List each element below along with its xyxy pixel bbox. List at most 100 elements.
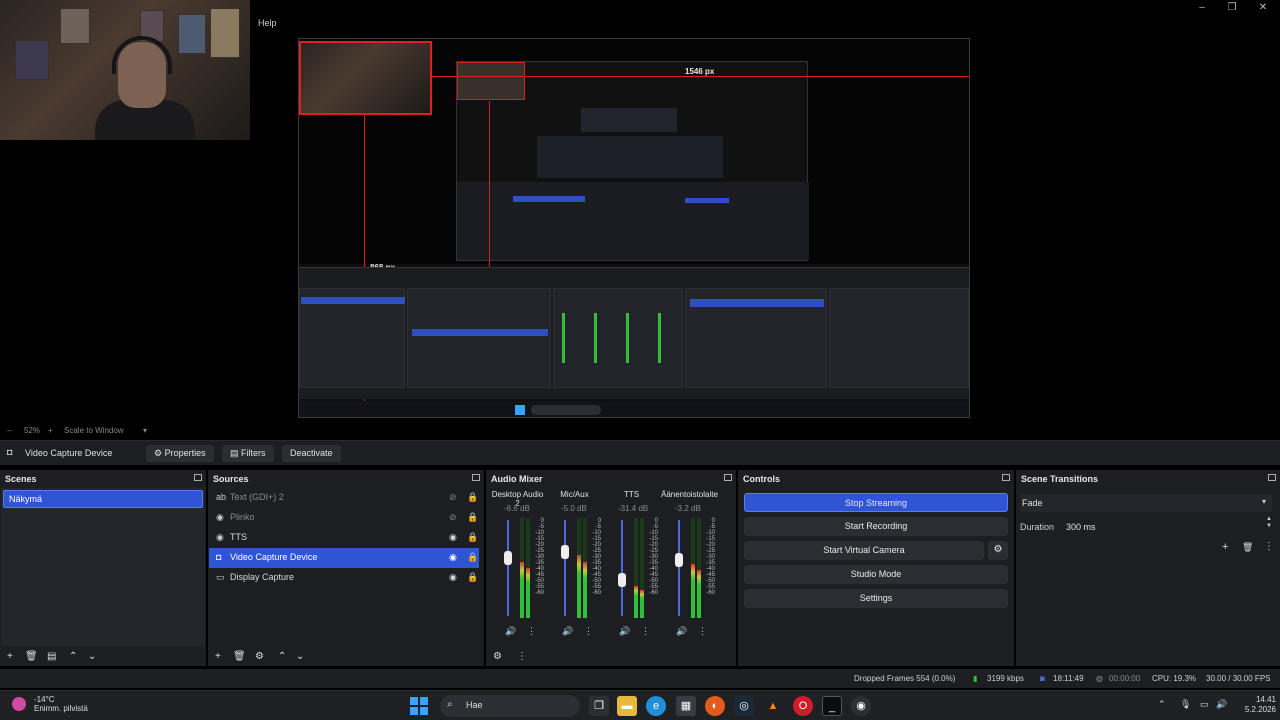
trash-icon[interactable]: 🗑 <box>1242 542 1253 553</box>
kebab-menu-icon[interactable]: ⋮ <box>584 626 593 637</box>
mute-icon[interactable]: 🔊 <box>562 626 573 637</box>
preview-canvas[interactable]: 1546 px 868 px <box>298 38 970 418</box>
properties-button[interactable]: ⚙ Properties <box>146 445 214 462</box>
scale-mode[interactable]: Scale to Window <box>64 426 124 435</box>
move-down-icon[interactable]: ⌄ <box>88 651 96 662</box>
network-icon[interactable]: ▭ <box>1200 699 1209 710</box>
sources-dock: Sources ab Text (GDI+) 2 ⊘ 🔒 ◉ Plinko ⊘ … <box>208 470 484 666</box>
gear-icon[interactable]: ⚙ <box>988 541 1008 560</box>
source-row[interactable]: ab Text (GDI+) 2 ⊘ 🔒 <box>209 488 479 508</box>
terminal-icon[interactable]: _ <box>822 696 842 716</box>
minimize-icon[interactable]: – <box>1193 2 1211 13</box>
add-icon[interactable]: + <box>7 651 13 662</box>
eye-hidden-icon[interactable]: ⊘ <box>449 512 457 523</box>
gear-icon[interactable]: ⚙ <box>255 651 264 662</box>
firefox-icon[interactable]: ◐ <box>705 696 725 716</box>
steam-icon[interactable]: ◎ <box>734 696 754 716</box>
volume-icon[interactable]: 🔊 <box>1216 699 1227 710</box>
source-row[interactable]: ◉ TTS ◉ 🔒 <box>209 528 479 548</box>
stream-time: 18:11:49 <box>1053 674 1084 683</box>
volume-slider-knob[interactable] <box>561 544 569 559</box>
lock-icon[interactable]: 🔒 <box>467 492 478 503</box>
task-view-icon[interactable]: ❐ <box>589 696 609 716</box>
filter-icon[interactable]: ▤ <box>47 651 56 662</box>
stepper-icon[interactable]: ▲ ▼ <box>1266 516 1272 530</box>
restore-icon[interactable]: ❐ <box>1223 2 1241 13</box>
dock-float-icon[interactable] <box>1268 474 1276 481</box>
opera-icon[interactable]: O <box>793 696 813 716</box>
stop-streaming-button[interactable]: Stop Streaming <box>744 493 1008 512</box>
store-icon[interactable]: ▦ <box>676 696 696 716</box>
file-explorer-icon[interactable]: ▬ <box>617 696 637 716</box>
meter-scale-tick: -60 <box>706 590 715 596</box>
lock-icon[interactable]: 🔒 <box>467 512 478 523</box>
volume-slider[interactable] <box>507 520 509 616</box>
start-icon[interactable] <box>410 697 428 715</box>
dropped-frames: Dropped Frames 554 (0.0%) <box>854 674 956 683</box>
source-row[interactable]: ▭ Display Capture ◉ 🔒 <box>209 568 479 588</box>
dock-float-icon[interactable] <box>1002 474 1010 481</box>
kebab-menu-icon[interactable]: ⋮ <box>517 651 527 662</box>
volume-slider-knob[interactable] <box>504 551 512 566</box>
lock-icon[interactable]: 🔒 <box>467 552 478 563</box>
mute-icon[interactable]: 🔊 <box>619 626 630 637</box>
volume-slider[interactable] <box>564 520 566 616</box>
browser-icon: ◉ <box>216 532 224 542</box>
webcam-overlay <box>0 0 250 140</box>
kebab-menu-icon[interactable]: ⋮ <box>1264 541 1274 552</box>
lock-icon[interactable]: 🔒 <box>467 572 478 583</box>
mute-icon[interactable]: 🔊 <box>676 626 687 637</box>
deactivate-button[interactable]: Deactivate <box>282 445 341 462</box>
trash-icon[interactable]: 🗑 <box>233 651 246 662</box>
edge-icon[interactable]: e <box>646 696 666 716</box>
filters-button[interactable]: ▤ Filters <box>222 445 274 462</box>
source-row[interactable]: ◉ Plinko ⊘ 🔒 <box>209 508 479 528</box>
start-recording-button[interactable]: Start Recording <box>744 517 1008 536</box>
microphone-icon[interactable]: 🎙 <box>1180 699 1191 710</box>
zoom-out-button[interactable]: – <box>7 426 11 435</box>
eye-icon[interactable]: ◉ <box>449 532 457 543</box>
transition-select[interactable]: Fade ▾ <box>1020 494 1272 512</box>
eye-hidden-icon[interactable]: ⊘ <box>449 492 457 503</box>
scene-item[interactable]: Näkymä <box>3 490 203 508</box>
kebab-menu-icon[interactable]: ⋮ <box>698 626 707 637</box>
volume-slider-knob[interactable] <box>618 573 626 588</box>
meter-scale-tick: -60 <box>649 590 658 596</box>
move-down-icon[interactable]: ⌄ <box>296 651 304 662</box>
dock-float-icon[interactable] <box>472 474 480 481</box>
move-up-icon[interactable]: ⌃ <box>69 651 77 662</box>
settings-button[interactable]: Settings <box>744 589 1008 608</box>
lock-icon[interactable]: 🔒 <box>467 532 478 543</box>
studio-mode-button[interactable]: Studio Mode <box>744 565 1008 584</box>
kebab-menu-icon[interactable]: ⋮ <box>641 626 650 637</box>
duration-input[interactable]: 300 ms <box>1066 522 1096 532</box>
scenes-title: Scenes <box>5 474 37 484</box>
menu-help[interactable]: Help <box>258 18 277 28</box>
move-up-icon[interactable]: ⌃ <box>278 651 286 662</box>
weather-icon[interactable] <box>12 697 26 711</box>
volume-slider-knob[interactable] <box>675 552 683 567</box>
taskbar-search[interactable]: ⌕ Hae <box>440 695 580 717</box>
eye-icon[interactable]: ◉ <box>449 572 457 583</box>
source-row-selected[interactable]: ◘ Video Capture Device ◉ 🔒 <box>209 548 479 568</box>
weather-widget[interactable]: -14°C Enimm. pilvistä <box>34 695 88 713</box>
eye-icon[interactable]: ◉ <box>449 552 457 563</box>
chevron-up-icon[interactable]: ⌃ <box>1158 699 1166 710</box>
add-icon[interactable]: + <box>1222 541 1228 553</box>
start-virtual-camera-button[interactable]: Start Virtual Camera <box>744 541 984 560</box>
close-icon[interactable]: ✕ <box>1254 2 1272 13</box>
vlc-icon[interactable]: ▲ <box>763 696 783 716</box>
advanced-audio-icon[interactable]: ⚙ <box>493 651 502 662</box>
zoom-in-button[interactable]: + <box>48 426 53 435</box>
trash-icon[interactable]: 🗑 <box>25 651 38 662</box>
add-icon[interactable]: + <box>215 651 221 662</box>
obs-icon[interactable]: ◉ <box>851 696 871 716</box>
kebab-menu-icon[interactable]: ⋮ <box>527 626 536 637</box>
taskbar-clock[interactable]: 14.41 5.2.2026 <box>1232 695 1276 715</box>
mute-icon[interactable]: 🔊 <box>505 626 516 637</box>
chevron-down-icon[interactable]: ▾ <box>143 426 147 435</box>
volume-slider[interactable] <box>678 520 680 616</box>
dock-float-icon[interactable] <box>194 474 202 481</box>
volume-slider[interactable] <box>621 520 623 616</box>
audio-mixer-dock: Audio Mixer Desktop Audio 2 -6.6 dB 0 -5 -10… <box>486 470 736 666</box>
